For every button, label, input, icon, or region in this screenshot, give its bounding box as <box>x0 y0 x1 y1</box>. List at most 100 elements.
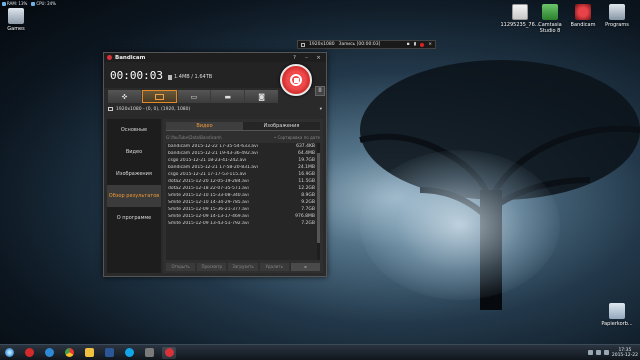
bandicam-logo-icon <box>107 55 112 60</box>
sidebar-item-general[interactable]: Основные <box>107 119 161 141</box>
camera-icon: ◙ <box>258 92 265 101</box>
file-size: 24.1MB <box>298 165 315 170</box>
file-name: bandicam 2015-12-21 17-58-20-831.avi <box>168 165 258 170</box>
taskbar-chrome[interactable] <box>62 347 76 359</box>
delete-button[interactable]: Удалить <box>259 263 289 271</box>
file-name: bandicam 2015-12-21 19-43-36-492.avi <box>168 151 258 156</box>
desktop-icon-recycle-bin[interactable]: Papierkorb... <box>597 303 637 327</box>
file-size: 976.8MB <box>295 214 315 219</box>
list-item[interactable]: csgo 2015-12-21 17-17-53-115.avi 16.9GB <box>166 171 317 178</box>
stop-icon <box>290 74 302 86</box>
start-button[interactable] <box>2 347 16 359</box>
taskbar-bandicam[interactable] <box>162 346 176 359</box>
volume-icon[interactable] <box>603 350 609 355</box>
desktop-icon-games[interactable]: Games <box>0 8 36 32</box>
desktop: RAM: 13% CPU: 24% Games 11295235_76... C… <box>0 0 640 344</box>
list-item[interactable]: Smite 2015-12-09 15-36-21-377.avi 7.7GB <box>166 206 317 213</box>
file-icon <box>168 74 172 80</box>
sidebar-item-images[interactable]: Изображения <box>107 163 161 185</box>
file-name: Smite 2015-12-09 13-43-51-792.avi <box>168 221 249 226</box>
sidebar-item-video[interactable]: Видео <box>107 141 161 163</box>
window-mode-icon[interactable] <box>301 42 305 47</box>
output-panel: Видео Изображения G:\YouTube\Data\Bandic… <box>163 119 323 273</box>
taskbar-skype[interactable] <box>122 347 136 359</box>
camera-icon[interactable]: ▪ <box>407 42 410 47</box>
file-size: 64.4MB <box>298 151 315 156</box>
sort-option[interactable]: • Сортировка по дате <box>274 135 320 140</box>
pause-icon[interactable]: ▮ <box>414 42 416 47</box>
flag-icon[interactable] <box>587 350 593 355</box>
clock[interactable]: 17:35 2015-12-22 <box>612 348 638 358</box>
open-folder-button[interactable]: ▬ <box>211 90 245 103</box>
output-tabs: Видео Изображения <box>166 122 320 131</box>
chrome-icon <box>64 348 74 357</box>
view-button[interactable]: Просмотр <box>197 263 227 271</box>
device-mode-button[interactable]: ▭ <box>177 90 211 103</box>
title-bar[interactable]: Bandicam ? – × <box>104 53 326 62</box>
game-mode-button[interactable]: ✜ <box>108 90 141 103</box>
file-size: 7.7GB <box>301 207 315 212</box>
help-button[interactable]: ? <box>290 55 299 61</box>
close-icon[interactable]: × <box>428 42 432 47</box>
screenshot-button[interactable]: ◙ <box>245 90 278 103</box>
taskbar-explorer[interactable] <box>82 347 96 359</box>
cpu-gauge: CPU: 24% <box>31 1 56 6</box>
file-size: 12.2GB <box>298 186 315 191</box>
screen-mode-button[interactable] <box>141 90 177 103</box>
list-item[interactable]: bandicam 2015-12-21 17-58-20-831.avi 24.1… <box>166 164 317 171</box>
system-tray: 17:35 2015-12-22 <box>587 348 638 358</box>
monitor-icon <box>108 107 113 111</box>
recbar-resolution[interactable]: 1920x1080 <box>309 42 335 47</box>
file-size: 8.9GB <box>301 193 315 198</box>
tab-video[interactable]: Видео <box>166 122 243 131</box>
list-item[interactable]: csgo 2015-12-21 18-23-41-242.avi 19.7GB <box>166 157 317 164</box>
file-size: 16.9GB <box>298 172 315 177</box>
list-item[interactable]: Smite 2015-12-10 14-34-29-785.avi 9.2GB <box>166 199 317 206</box>
output-path: G:\YouTube\Data\Bandicam\ <box>166 134 222 140</box>
folder-button[interactable]: ▪ <box>290 263 321 271</box>
folder-icon <box>84 348 94 357</box>
file-size: 7.2GB <box>301 221 315 226</box>
list-item[interactable]: dota2 2015-12-18 22-07-35-571.avi 12.2GB <box>166 185 317 192</box>
recording-target-bar[interactable]: 1920x1080 Запись [00:00:03] ▪ ▮ × <box>297 40 436 49</box>
file-list-scrollbar[interactable] <box>317 143 320 260</box>
dropdown-icon[interactable]: ▾ <box>320 107 322 112</box>
bandicam-icon <box>575 4 591 20</box>
taskbar-opera[interactable] <box>22 347 36 359</box>
file-name: Smite 2015-12-09 14-13-17-469.avi <box>168 214 249 219</box>
list-item[interactable]: Smite 2015-12-09 14-13-17-469.avi 976.8MB <box>166 213 317 220</box>
list-item[interactable]: bandicam 2015-12-22 17-35-54-633.avi 637.… <box>166 143 317 150</box>
recycle-bin-icon <box>609 303 625 319</box>
window-title: Bandicam <box>115 54 146 61</box>
list-item[interactable]: Smite 2015-12-09 13-43-51-792.avi 7.2GB <box>166 220 317 227</box>
wallpaper-mist <box>360 150 560 300</box>
upload-button[interactable]: Загрузить <box>228 263 258 271</box>
taskbar-photo[interactable] <box>142 347 156 359</box>
tab-images[interactable]: Изображения <box>243 122 320 131</box>
file-name: csgo 2015-12-21 18-23-41-242.avi <box>168 158 247 163</box>
ram-icon <box>2 2 6 6</box>
taskbar-word[interactable] <box>102 347 116 359</box>
record-icon[interactable] <box>420 42 425 47</box>
list-item[interactable]: bandicam 2015-12-21 19-43-36-492.avi 64.4… <box>166 150 317 157</box>
mode-toolbar: ✜ ▭ ▬ ◙ <box>108 90 278 103</box>
file-name: dota2 2015-12-18 22-07-35-571.avi <box>168 186 249 191</box>
pause-button[interactable]: II <box>315 86 325 96</box>
sidebar-item-about[interactable]: О программе <box>107 207 161 229</box>
close-button[interactable]: × <box>314 55 323 61</box>
bandicam-window: Bandicam ? – × 00:00:03 1.4MB / 1.64TB I… <box>103 52 327 277</box>
list-item[interactable]: dota2 2015-12-20 12-05-19-284.avi 11.5GB <box>166 178 317 185</box>
record-button[interactable] <box>280 64 312 96</box>
file-icon <box>512 4 528 20</box>
list-item[interactable]: Smite 2015-12-10 15-33-08-340.avi 8.9GB <box>166 192 317 199</box>
system-gauges: RAM: 13% CPU: 24% <box>2 1 56 6</box>
ram-gauge: RAM: 13% <box>2 1 27 6</box>
minimize-button[interactable]: – <box>302 55 311 61</box>
open-button[interactable]: Открыть <box>166 263 196 271</box>
scrollbar-thumb[interactable] <box>317 153 320 243</box>
taskbar-ie[interactable] <box>42 347 56 359</box>
desktop-icon-programs[interactable]: Programs <box>597 4 637 28</box>
resolution-row[interactable]: 1920x1080 - (0, 0), (1920, 1080) ▾ <box>108 105 322 113</box>
sidebar-item-output[interactable]: Обзор результатов <box>107 185 161 207</box>
network-icon[interactable] <box>595 350 601 355</box>
